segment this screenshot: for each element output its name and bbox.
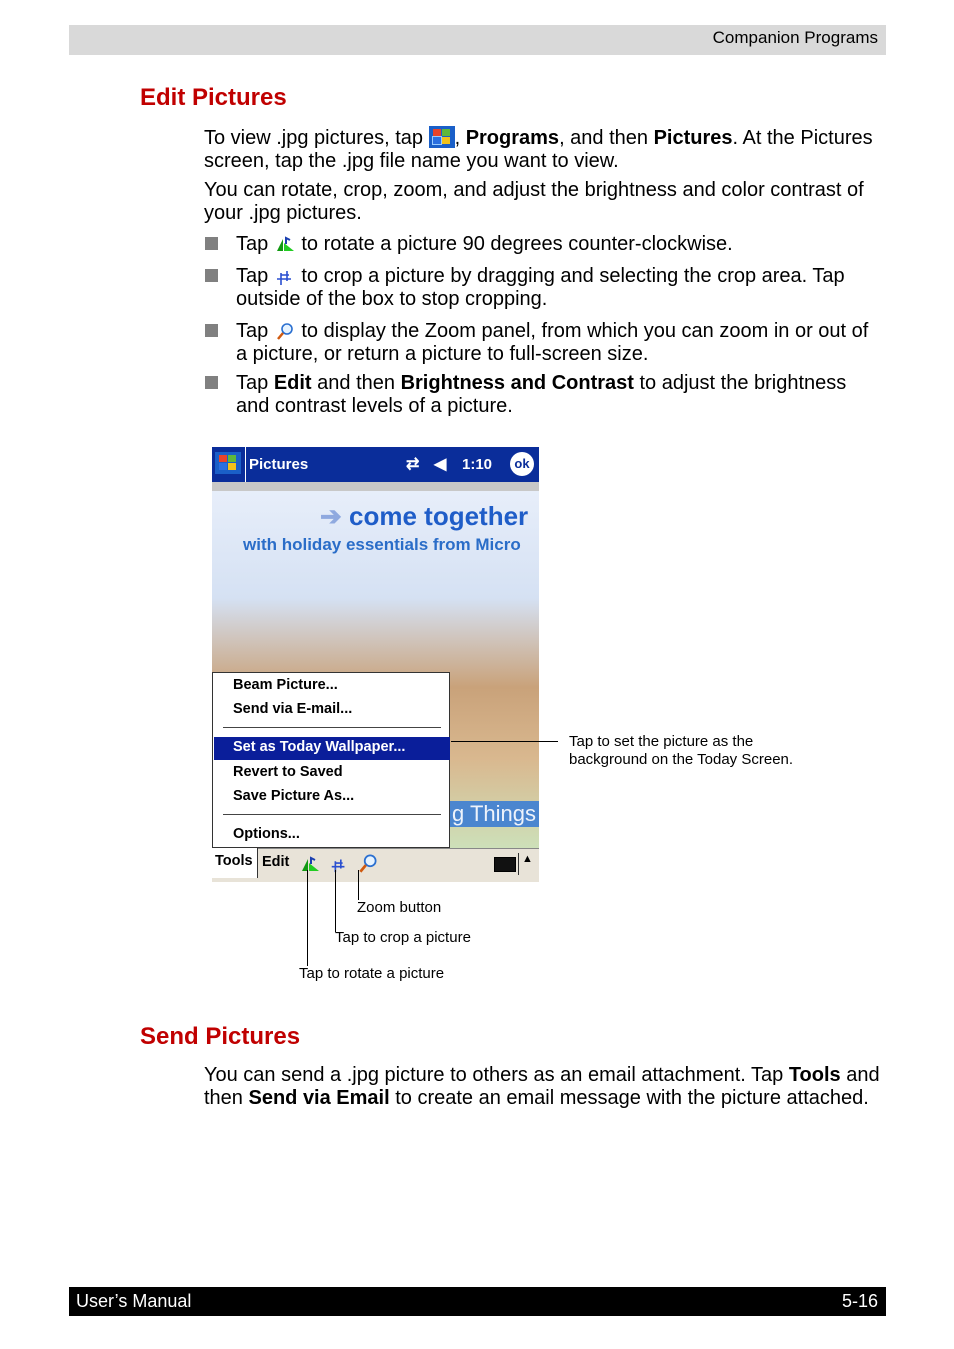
text: , and then <box>559 127 654 149</box>
callout-crop: Tap to crop a picture <box>335 929 471 946</box>
tools-menu: Beam Picture... Send via E-mail... Set a… <box>212 672 450 848</box>
title-bar: Pictures ⇄ ◀︎ 1:10 ok <box>212 447 539 482</box>
toolbar: Tools Edit ▲ <box>212 848 539 882</box>
text-brightness-contrast: Brightness and Contrast <box>400 372 634 394</box>
callout-wallpaper: Tap to set the picture as the background… <box>569 733 794 768</box>
callout-line <box>451 741 558 742</box>
ok-button[interactable]: ok <box>510 452 534 476</box>
text: Tap <box>236 233 274 255</box>
paragraph-view-pictures: To view .jpg pictures, tap , Programs, a… <box>204 126 884 173</box>
menu-item-options[interactable]: Options... <box>233 826 300 842</box>
menu-item-set-wallpaper[interactable]: Set as Today Wallpaper... <box>233 739 405 755</box>
input-arrow-icon[interactable]: ▲ <box>522 853 533 865</box>
bullet-icon <box>205 269 218 282</box>
rotate-button-icon[interactable] <box>298 855 322 873</box>
text-pictures: Pictures <box>653 127 733 149</box>
text-tools: Tools <box>788 1064 841 1086</box>
heading-send-pictures: Send Pictures <box>140 1023 301 1050</box>
text-edit: Edit <box>273 372 312 394</box>
callout-zoom: Zoom button <box>357 899 442 916</box>
heading-edit-pictures: Edit Pictures <box>140 84 287 111</box>
callout-line <box>335 870 336 932</box>
footer-manual: User’s Manual <box>76 1291 192 1311</box>
zoom-icon <box>276 323 293 340</box>
zoom-button-icon[interactable] <box>356 852 380 874</box>
text: , <box>454 127 466 149</box>
windows-start-icon <box>428 126 455 148</box>
edit-menu-button[interactable]: Edit <box>262 854 289 870</box>
arrow-icon: ➔ <box>320 501 350 531</box>
start-icon[interactable] <box>215 452 241 474</box>
text: to display the Zoom panel, from which yo… <box>236 320 869 365</box>
volume-icon[interactable]: ◀︎ <box>434 454 446 474</box>
text-programs: Programs <box>465 127 560 149</box>
clock[interactable]: 1:10 <box>462 456 492 473</box>
banner-subtext: with holiday essentials from Micro <box>243 535 521 554</box>
text: To view .jpg pictures, tap <box>204 127 429 149</box>
menu-item-revert[interactable]: Revert to Saved <box>233 764 343 780</box>
text: Tap <box>236 372 274 394</box>
footer: User’s Manual 5-16 <box>69 1287 886 1316</box>
tools-menu-button[interactable]: Tools <box>212 848 258 878</box>
rotate-icon <box>276 236 294 251</box>
bullet-icon <box>205 324 218 337</box>
app-title: Pictures <box>249 456 309 473</box>
menu-item-send-email[interactable]: Send via E-mail... <box>233 701 352 717</box>
crop-icon <box>276 271 291 285</box>
callout-line <box>358 870 359 900</box>
pictures-app-screenshot: Pictures ⇄ ◀︎ 1:10 ok ➔ come together wi… <box>212 447 539 882</box>
paragraph-send: You can send a .jpg picture to others as… <box>204 1064 884 1110</box>
page-number: 5-16 <box>841 1291 878 1311</box>
text: You can send a .jpg picture to others as… <box>204 1064 789 1086</box>
text-send-via-email: Send via Email <box>248 1087 390 1109</box>
text: to create an email message with the pict… <box>389 1087 869 1109</box>
connectivity-icon[interactable]: ⇄ <box>406 454 419 474</box>
running-header: Companion Programs <box>69 25 886 55</box>
page: Companion Programs Edit Pictures To view… <box>0 0 954 1349</box>
bullet-icon <box>205 376 218 389</box>
text: and then <box>311 372 401 394</box>
text: to rotate a picture 90 degrees counter-c… <box>295 233 733 255</box>
text: Tap <box>236 320 274 342</box>
keyboard-icon[interactable] <box>494 857 516 872</box>
banner-footer: g Things <box>448 801 539 827</box>
bullet-icon <box>205 237 218 250</box>
crop-button-icon[interactable] <box>329 854 349 874</box>
menu-item-save-as[interactable]: Save Picture As... <box>233 788 354 804</box>
section-title: Companion Programs <box>712 28 878 47</box>
text: Tap <box>236 265 274 287</box>
text: to crop a picture by dragging and select… <box>236 265 845 310</box>
callout-rotate: Tap to rotate a picture <box>299 965 445 982</box>
menu-item-beam[interactable]: Beam Picture... <box>233 677 338 693</box>
paragraph-capabilities: You can rotate, crop, zoom, and adjust t… <box>204 179 864 224</box>
banner-text: come together <box>349 501 529 531</box>
callout-line <box>307 870 308 966</box>
